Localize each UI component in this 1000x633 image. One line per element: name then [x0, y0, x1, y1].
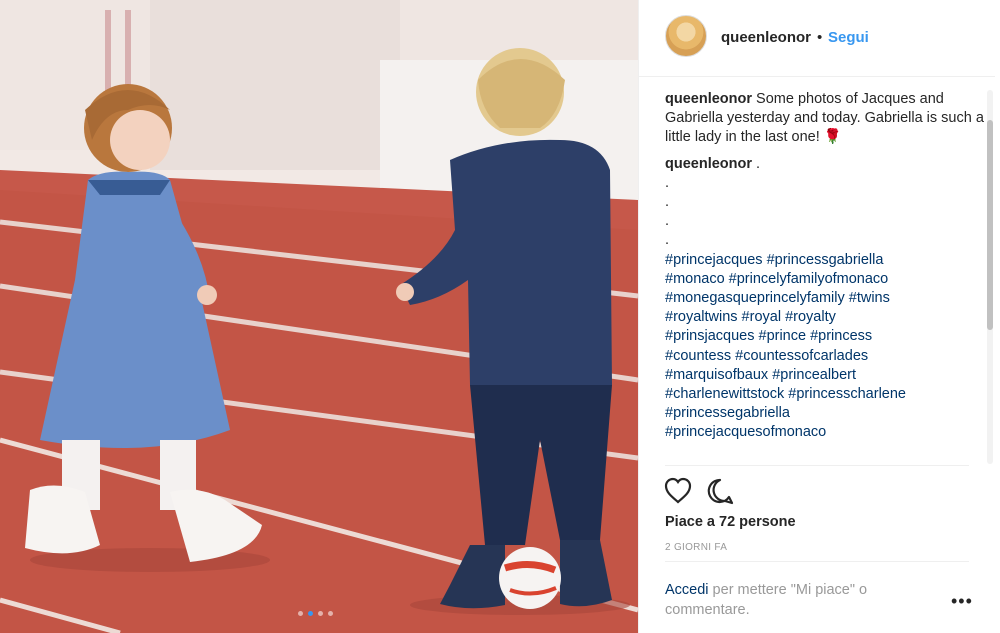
divider	[665, 465, 969, 466]
post-timestamp[interactable]: 2 GIORNI FA	[665, 542, 727, 553]
scrollbar-thumb[interactable]	[987, 120, 993, 330]
comment-dot-line: .	[665, 213, 670, 230]
comment-dot-line: .	[665, 232, 670, 249]
comment-dot-line: .	[665, 174, 670, 191]
more-options-icon[interactable]: •••	[951, 592, 973, 610]
carousel-indicator	[298, 611, 333, 616]
hashtag-line[interactable]: #monegasqueprincelyfamily #twins	[665, 289, 985, 308]
divider	[665, 561, 969, 562]
post-header: queenleonor • Segui	[639, 0, 995, 77]
hashtag-line[interactable]: #princessegabriella	[665, 404, 985, 423]
header-separator: •	[817, 29, 823, 46]
avatar[interactable]	[665, 15, 707, 57]
login-link[interactable]: Accedi	[665, 582, 709, 598]
comment-text: .	[752, 155, 761, 172]
carousel-dot-active	[308, 611, 313, 616]
heart-icon[interactable]	[663, 476, 693, 506]
hashtag-line[interactable]: #marquisofbaux #princealbert	[665, 366, 985, 385]
hashtag-line[interactable]: #monaco #princelyfamilyofmonaco	[665, 270, 985, 289]
hashtag-line[interactable]: #princejacquesofmonaco	[665, 423, 985, 442]
follow-button[interactable]: Segui	[828, 29, 869, 46]
header-username[interactable]: queenleonor	[721, 29, 811, 46]
hashtag-comment: queenleonor . . . . . #princejacques #pr…	[665, 155, 985, 443]
comments-list[interactable]: queenleonor Some photos of Jacques and G…	[665, 90, 985, 464]
caption-comment: queenleonor Some photos of Jacques and G…	[665, 90, 985, 148]
likes-count[interactable]: Piace a 72 persone	[665, 514, 796, 530]
carousel-dot	[318, 611, 323, 616]
post-details-panel: queenleonor • Segui queenleonor Some pho…	[638, 0, 1000, 633]
carousel-dot	[328, 611, 333, 616]
hashtag-line[interactable]: #royaltwins #royal #royalty	[665, 308, 985, 327]
hashtag-line[interactable]: #prinsjacques #prince #princess	[665, 327, 985, 346]
post-photo[interactable]	[0, 0, 638, 633]
hashtag-line[interactable]: #countess #countessofcarlades	[665, 347, 985, 366]
photo-illustration	[0, 0, 638, 633]
login-prompt: Accedi per mettere "Mi piace" o commenta…	[665, 580, 935, 620]
carousel-dot	[298, 611, 303, 616]
comment-bubble-icon[interactable]	[705, 476, 735, 506]
comment-dot-line: .	[665, 194, 670, 211]
hashtag-line[interactable]: #charlenewittstock #princesscharlene	[665, 385, 985, 404]
hashtag-line[interactable]: #princejacques #princessgabriella	[665, 251, 985, 270]
comment-username[interactable]: queenleonor	[665, 156, 752, 172]
comments-scrollbar[interactable]	[987, 90, 993, 464]
comment-username[interactable]: queenleonor	[665, 91, 752, 107]
